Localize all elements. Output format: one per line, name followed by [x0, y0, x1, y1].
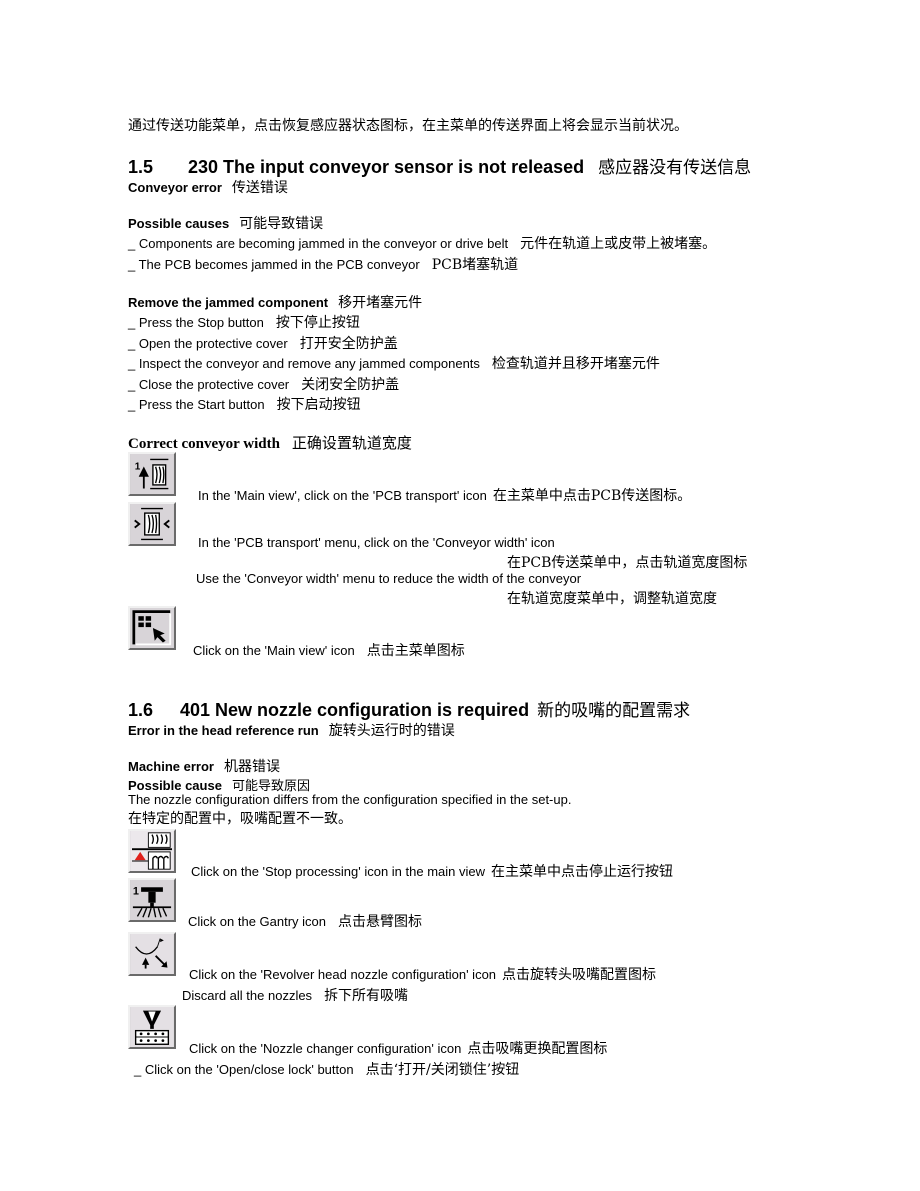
step-stop-processing: Click on the 'Stop processing' icon in t…	[191, 861, 673, 881]
stop-processing-icon	[128, 829, 176, 873]
step-cn: 在主菜单中点击PCB传送图标。	[492, 488, 692, 504]
cause-text-cn: 在特定的配置中，吸嘴配置不一致。	[128, 811, 352, 827]
svg-text:1: 1	[133, 886, 139, 898]
step-en: Click on the 'Revolver head nozzle confi…	[189, 967, 497, 982]
heading-cn: 正确设置轨道宽度	[291, 434, 412, 452]
step-reduce-width: Use the 'Conveyor width' menu to reduce …	[196, 571, 582, 586]
step-pcb-transport: In the 'Main view', click on the 'PCB tr…	[198, 485, 691, 505]
step-gantry: Click on the Gantry icon 点击悬臂图标	[188, 911, 422, 931]
section-number: 1.6	[128, 700, 154, 720]
list-item: _ Press the Start button 按下启动按钮	[128, 394, 361, 414]
step-cn: 点击吸嘴更换配置图标	[467, 1041, 608, 1057]
step-en: Click on the 'Stop processing' icon in t…	[191, 864, 485, 879]
step-main-view: Click on the 'Main view' icon 点击主菜单图标	[193, 640, 465, 660]
cause-text: The nozzle configuration differs from th…	[128, 792, 572, 807]
section-title-cn: 感应器没有传送信息	[598, 158, 752, 178]
list-item: _ Open the protective cover 打开安全防护盖	[128, 333, 398, 353]
item-cn: PCB堵塞轨道	[431, 257, 519, 273]
conveyor-width-heading: Correct conveyor width 正确设置轨道宽度	[128, 432, 412, 453]
heading-en: Machine error	[128, 759, 214, 774]
section-title: 401 New nozzle configuration is required	[180, 700, 530, 720]
item-en: _ Close the protective cover	[128, 377, 290, 392]
section-1-5-heading: 1.5 230 The input conveyor sensor is not …	[128, 153, 751, 178]
item-cn: 检查轨道并且移开堵塞元件	[491, 356, 660, 372]
subtitle-en: Error in the head reference run	[128, 723, 319, 738]
step-en: Click on the 'Main view' icon	[193, 643, 355, 658]
item-en: _ Press the Stop button	[128, 315, 264, 330]
item-cn: 按下停止按钮	[275, 315, 360, 331]
svg-text:1: 1	[135, 461, 141, 472]
step-cn: 点击悬臂图标	[338, 914, 423, 930]
section-1-5-subtitle: Conveyor error 传送错误	[128, 177, 288, 197]
item-en: _ Open the protective cover	[128, 336, 288, 351]
pcb-transport-icon: 1	[128, 452, 176, 496]
item-cn: 打开安全防护盖	[299, 336, 398, 352]
heading-en: Possible cause	[128, 778, 222, 793]
step-en: Discard all the nozzles	[182, 988, 313, 1003]
step-open-close-lock: _ Click on the 'Open/close lock' button 点…	[134, 1059, 519, 1079]
heading-cn: 移开堵塞元件	[338, 295, 423, 311]
section-title: 230 The input conveyor sensor is not rel…	[188, 157, 585, 177]
step-reduce-width-cn: 在轨道宽度菜单中，调整轨道宽度	[507, 591, 717, 607]
possible-causes-heading: Possible causes 可能导致错误	[128, 213, 323, 233]
nozzle-changer-icon	[128, 1005, 176, 1049]
list-item: _ Close the protective cover 关闭安全防护盖	[128, 374, 399, 394]
subtitle-cn: 传送错误	[231, 180, 288, 196]
main-view-icon	[128, 606, 176, 650]
intro-text: 通过传送功能菜单，点击恢复感应器状态图标，在主菜单的传送界面上将会显示当前状况。	[128, 118, 688, 134]
heading-en: Possible causes	[128, 216, 230, 231]
step-en: Click on the Gantry icon	[188, 914, 327, 929]
step-nozzle-changer: Click on the 'Nozzle changer configurati…	[189, 1038, 607, 1058]
conveyor-width-icon	[128, 502, 176, 546]
item-en: _ Components are becoming jammed in the …	[128, 236, 509, 251]
list-item: _ The PCB becomes jammed in the PCB conv…	[128, 254, 518, 274]
step-cn: 点击旋转头吸嘴配置图标	[502, 967, 657, 983]
step-en: _ Click on the 'Open/close lock' button	[134, 1062, 354, 1077]
step-cn: 在主菜单中点击停止运行按钮	[491, 864, 673, 880]
step-discard-nozzles: Discard all the nozzles 拆下所有吸嘴	[182, 985, 408, 1005]
heading-cn: 机器错误	[223, 759, 280, 775]
heading-en: Remove the jammed component	[128, 295, 329, 310]
section-number: 1.5	[128, 157, 154, 177]
remove-jammed-heading: Remove the jammed component 移开堵塞元件	[128, 292, 422, 312]
machine-error-heading: Machine error 机器错误	[128, 756, 280, 776]
revolver-head-icon	[128, 932, 176, 976]
step-en: In the 'Main view', click on the 'PCB tr…	[198, 488, 487, 503]
subtitle-en: Conveyor error	[128, 180, 222, 195]
list-item: _ Inspect the conveyor and remove any ja…	[128, 353, 660, 373]
heading-en: Correct conveyor width	[128, 436, 280, 452]
section-1-6-heading: 1.6 401 New nozzle configuration is requi…	[128, 696, 690, 721]
section-1-6-subtitle: Error in the head reference run 旋转头运行时的错误	[128, 720, 455, 740]
item-en: _ The PCB becomes jammed in the PCB conv…	[128, 257, 420, 272]
item-en: _ Inspect the conveyor and remove any ja…	[128, 356, 480, 371]
gantry-icon: 1	[128, 878, 176, 922]
item-en: _ Press the Start button	[128, 397, 265, 412]
item-cn: 元件在轨道上或皮带上被堵塞。	[520, 236, 717, 252]
step-cn: 点击主菜单图标	[366, 643, 465, 659]
step-conveyor-width-cn: 在PCB传送菜单中，点击轨道宽度图标	[507, 555, 748, 571]
heading-cn: 可能导致错误	[239, 216, 324, 232]
step-conveyor-width: In the 'PCB transport' menu, click on th…	[198, 535, 555, 550]
step-cn: 拆下所有吸嘴	[324, 988, 409, 1004]
subtitle-cn: 旋转头运行时的错误	[328, 723, 455, 739]
step-en: Click on the 'Nozzle changer configurati…	[189, 1041, 462, 1056]
step-revolver-head: Click on the 'Revolver head nozzle confi…	[189, 964, 656, 984]
item-cn: 关闭安全防护盖	[301, 377, 400, 393]
list-item: _ Components are becoming jammed in the …	[128, 233, 716, 253]
step-cn: 点击‘打开/关闭锁住’按钮	[365, 1062, 520, 1078]
section-title-cn: 新的吸嘴的配置需求	[537, 701, 691, 721]
item-cn: 按下启动按钮	[276, 397, 361, 413]
list-item: _ Press the Stop button 按下停止按钮	[128, 312, 360, 332]
